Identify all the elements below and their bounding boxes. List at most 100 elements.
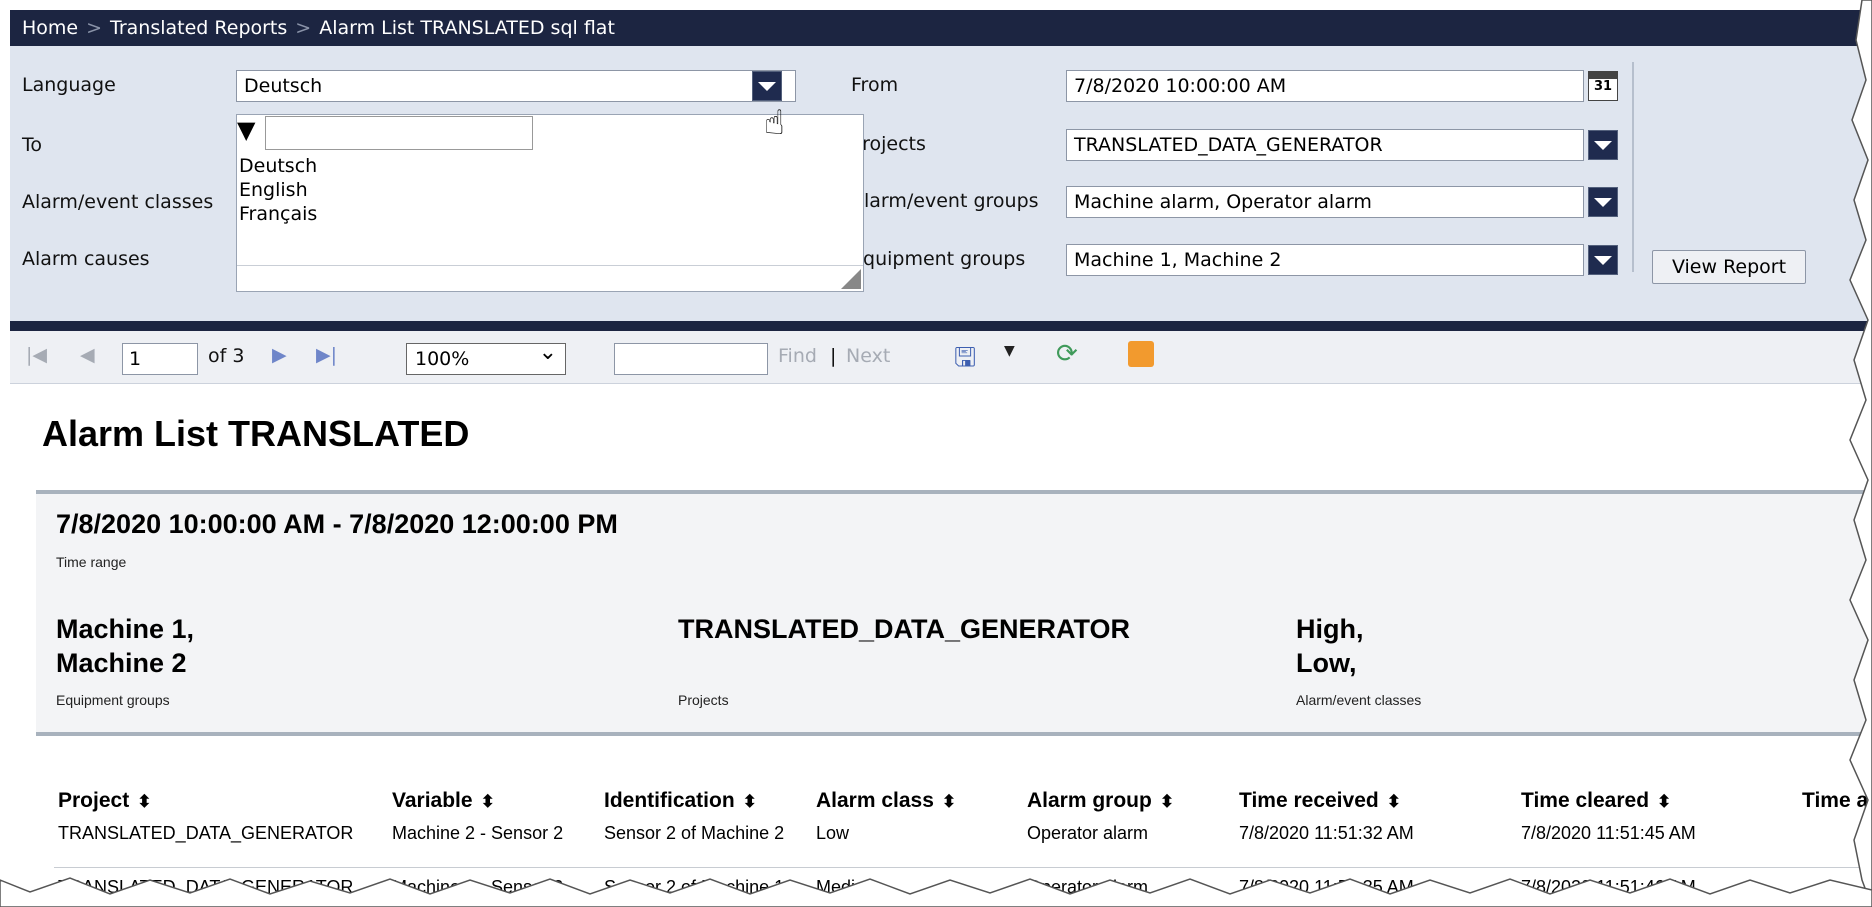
previous-page-icon[interactable]: ◀	[80, 344, 95, 366]
classes-caption: Alarm/event classes	[1296, 692, 1422, 708]
language-select[interactable]: Deutsch	[236, 70, 796, 102]
view-report-button[interactable]: View Report	[1652, 250, 1806, 284]
from-date-input[interactable]: 7/8/2020 10:00:00 AM	[1066, 70, 1584, 102]
time-range-value: 7/8/2020 10:00:00 AM - 7/8/2020 12:00:00…	[56, 509, 618, 539]
dropdown-divider	[237, 265, 863, 266]
cell-time-cleared: 7/8/2020 11:51:45 AM	[1521, 823, 1696, 843]
language-option-francais[interactable]: Français	[239, 203, 317, 225]
calendar-day: 31	[1593, 79, 1613, 94]
filter-icon: ▼	[237, 116, 256, 144]
cell-identification: Sensor 2 of Machine 2	[604, 823, 785, 843]
groups-select[interactable]: Machine alarm, Operator alarm	[1066, 186, 1584, 218]
find-divider: |	[830, 345, 837, 367]
cell-alarm-group: Operator alarm	[1027, 877, 1149, 897]
column-header-identification[interactable]: Identification ⬍	[604, 789, 757, 813]
column-header-project[interactable]: Project ⬍	[58, 789, 151, 813]
next-link[interactable]: Next	[846, 345, 890, 367]
cell-time-received: 7/8/2020 11:51:32 AM	[1239, 823, 1414, 843]
equipment-dropdown-button[interactable]	[1588, 245, 1618, 275]
from-label: From	[851, 74, 899, 96]
classes-line-2: Low,	[1296, 648, 1357, 678]
zoom-select[interactable]: 100%	[406, 338, 566, 375]
hand-cursor-icon: ☝	[764, 103, 785, 143]
column-label: Identification	[604, 789, 735, 812]
project-caption: Projects	[678, 692, 729, 708]
column-label: Project	[58, 789, 130, 812]
cell-alarm-class: Medium	[816, 877, 881, 897]
project-value: TRANSLATED_DATA_GENERATOR	[678, 614, 1131, 644]
column-label: Alarm class	[816, 789, 934, 812]
page-count: of 3	[208, 345, 245, 367]
equipment-select[interactable]: Machine 1, Machine 2	[1066, 244, 1584, 276]
column-header-alarm-class[interactable]: Alarm class ⬍	[816, 789, 956, 813]
equipment-caption: Equipment groups	[56, 692, 170, 708]
cell-project: TRANSLATED_DATA_GENERATOR	[58, 877, 354, 897]
equipment-line-2: Machine 2	[56, 648, 187, 678]
classes-line-1: High,	[1296, 614, 1364, 644]
column-label: Alarm group	[1027, 789, 1152, 812]
sort-icon[interactable]: ⬍	[481, 792, 495, 811]
find-input[interactable]	[614, 343, 768, 375]
column-header-alarm-group[interactable]: Alarm group ⬍	[1027, 789, 1174, 813]
sort-icon[interactable]: ⬍	[137, 792, 151, 811]
column-label: Variable	[392, 789, 473, 812]
cell-alarm-group: Operator alarm	[1027, 823, 1149, 843]
report-viewer: Home > Translated Reports > Alarm List TRANS…	[10, 10, 1872, 907]
language-label: Language	[22, 74, 116, 96]
equipment-label: Equipment groups	[851, 248, 1026, 270]
column-header-time-cleared[interactable]: Time cleared ⬍	[1521, 789, 1671, 813]
time-range-caption: Time range	[56, 554, 127, 570]
breadcrumb-home[interactable]: Home	[22, 17, 78, 39]
to-label: To	[22, 134, 43, 156]
breadcrumb-separator: >	[86, 17, 103, 39]
language-option-english[interactable]: English	[239, 179, 308, 201]
cell-variable: Machine 2 - Sensor 2	[392, 823, 564, 843]
print-layout-icon[interactable]	[1128, 341, 1154, 367]
projects-select[interactable]: TRANSLATED_DATA_GENERATOR	[1066, 129, 1584, 161]
report-title: Alarm List TRANSLATED	[42, 413, 470, 454]
breadcrumb-translated-reports[interactable]: Translated Reports	[110, 17, 287, 39]
calendar-icon[interactable]: 31	[1588, 71, 1618, 101]
projects-dropdown-button[interactable]	[1588, 130, 1618, 160]
breadcrumb-separator: >	[295, 17, 312, 39]
column-header-time-received[interactable]: Time received ⬍	[1239, 789, 1401, 813]
cell-variable: Machine 1 - Sensor 2	[392, 877, 564, 897]
toolbar-divider	[10, 321, 1872, 331]
column-header-time-a[interactable]: Time a	[1802, 789, 1868, 813]
cell-alarm-class: Low	[816, 823, 850, 843]
sort-icon[interactable]: ⬍	[942, 792, 956, 811]
language-option-deutsch[interactable]: Deutsch	[239, 155, 317, 177]
classes-label: Alarm/event classes	[22, 191, 214, 213]
language-dropdown-button[interactable]	[752, 71, 782, 101]
resize-grip-icon[interactable]	[841, 269, 861, 289]
equipment-line-1: Machine 1,	[56, 614, 195, 644]
cell-time-cleared: 7/8/2020 11:51:46 AM	[1521, 877, 1696, 897]
page-number-input[interactable]: 1	[122, 343, 198, 375]
refresh-icon[interactable]: ⟳	[1056, 339, 1078, 369]
column-label: Time cleared	[1521, 789, 1650, 812]
breadcrumb-current: Alarm List TRANSLATED sql flat	[319, 17, 615, 39]
causes-label: Alarm causes	[22, 248, 150, 270]
next-page-icon[interactable]: ▶	[272, 344, 287, 366]
first-page-icon[interactable]: |◀	[26, 344, 47, 366]
last-page-icon[interactable]: ▶|	[316, 344, 337, 366]
find-link[interactable]: Find	[778, 345, 817, 367]
report-toolbar: |◀ ◀ 1 of 3 ▶ ▶| 100% Find | Next 🖫 ▼ ⟳	[10, 331, 1872, 384]
export-save-icon[interactable]: 🖫	[954, 339, 976, 383]
parameter-divider	[1632, 62, 1634, 272]
breadcrumb: Home > Translated Reports > Alarm List TRANS…	[10, 10, 1872, 46]
cell-time-received: 7/8/2020 11:51:35 AM	[1239, 877, 1414, 897]
sort-icon[interactable]: ⬍	[1387, 792, 1401, 811]
row-divider	[54, 867, 1872, 868]
groups-dropdown-button[interactable]	[1588, 187, 1618, 217]
column-label: Time received	[1239, 789, 1379, 812]
cell-identification: Sensor 2 of Machine 1	[604, 877, 785, 897]
sort-icon[interactable]: ⬍	[743, 792, 757, 811]
groups-label: Alarm/event groups	[851, 190, 1039, 212]
cell-project: TRANSLATED_DATA_GENERATOR	[58, 823, 354, 843]
sort-icon[interactable]: ⬍	[1657, 792, 1671, 811]
export-menu-arrow-icon[interactable]: ▼	[1004, 343, 1015, 359]
language-filter-input[interactable]	[265, 116, 533, 150]
column-header-variable[interactable]: Variable ⬍	[392, 789, 495, 813]
sort-icon[interactable]: ⬍	[1160, 792, 1174, 811]
